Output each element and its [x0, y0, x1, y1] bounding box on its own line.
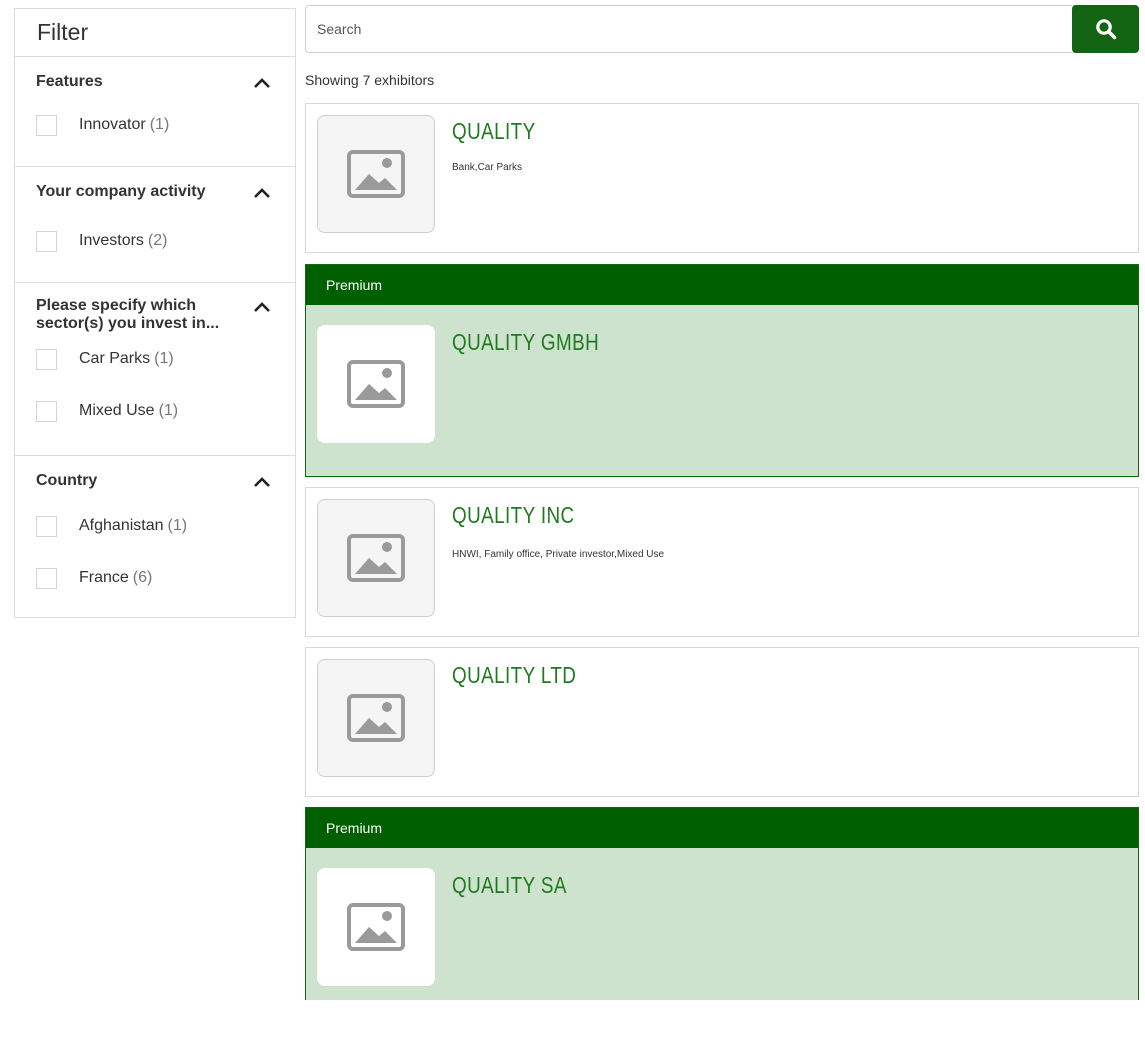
exhibitor-card[interactable]: QUALITY LTD [305, 647, 1139, 797]
checkbox[interactable] [36, 400, 57, 422]
image-placeholder-icon [347, 534, 405, 582]
exhibitor-card-premium[interactable]: Premium QUALITY SA [305, 807, 1139, 1000]
filter-option-car-parks[interactable]: Car Parks (1) [15, 333, 295, 385]
checkbox[interactable] [36, 515, 57, 537]
exhibitor-logo[interactable] [317, 325, 435, 443]
option-label: Car Parks [79, 350, 151, 367]
option-count: (1) [167, 517, 188, 534]
filter-group-header[interactable]: Your company activity [15, 167, 295, 201]
filter-option-afghanistan[interactable]: Afghanistan (1) [15, 500, 295, 552]
option-label: Investors [79, 232, 144, 249]
exhibitor-tags: HNWI, Family office, Private investor,Mi… [452, 549, 665, 560]
chevron-up-icon[interactable] [253, 300, 271, 314]
search-input[interactable] [305, 5, 1085, 53]
checkbox[interactable] [36, 230, 57, 252]
exhibitor-card-premium[interactable]: Premium QUALITY GMBH [305, 264, 1139, 477]
checkbox[interactable] [36, 348, 57, 370]
exhibitor-logo[interactable] [317, 659, 435, 777]
image-placeholder-icon [347, 150, 405, 198]
filter-option-innovator[interactable]: Innovator (1) [15, 99, 295, 151]
option-count: (1) [154, 350, 174, 367]
chevron-up-icon[interactable] [253, 186, 271, 200]
checkbox[interactable] [36, 567, 57, 589]
exhibitor-logo[interactable] [317, 868, 435, 986]
filter-option-investors[interactable]: Investors (2) [15, 215, 295, 267]
premium-badge: Premium [306, 265, 1138, 305]
exhibitor-name[interactable]: QUALITY GMBH [452, 329, 599, 356]
option-label: France [79, 569, 129, 586]
filter-group-label: Features [36, 73, 103, 90]
option-label: Mixed Use [79, 402, 155, 419]
filter-group-company-activity: Your company activity Investors (2) [15, 167, 295, 283]
filter-option-france[interactable]: France (6) [15, 552, 295, 604]
filter-group-country: Country Afghanistan (1) France (6) [15, 456, 295, 604]
premium-badge: Premium [306, 808, 1138, 848]
exhibitor-name[interactable]: QUALITY [452, 118, 536, 145]
card-body: QUALITY GMBH [306, 305, 1138, 516]
exhibitor-name[interactable]: QUALITY INC [452, 502, 575, 529]
exhibitor-card[interactable]: QUALITY INC HNWI, Family office, Private… [305, 487, 1139, 637]
filter-group-header[interactable]: Features [15, 57, 295, 91]
search-button[interactable] [1072, 5, 1139, 53]
filter-group-label: Your company activity [36, 183, 206, 200]
filter-panel: Filter Features Innovator (1) Your compa… [14, 8, 296, 618]
exhibitor-logo[interactable] [317, 499, 435, 617]
chevron-up-icon[interactable] [253, 475, 271, 489]
option-count: (1) [158, 402, 179, 419]
search-bar [305, 5, 1139, 53]
image-placeholder-icon [347, 903, 405, 951]
option-count: (2) [147, 232, 168, 249]
card-body: QUALITY INC HNWI, Family office, Private… [306, 488, 1138, 636]
filter-group-label-line1: Please specify which [36, 297, 197, 314]
card-body: QUALITY LTD [306, 648, 1138, 796]
exhibitor-card[interactable]: QUALITY Bank,Car Parks [305, 103, 1139, 253]
chevron-up-icon[interactable] [253, 76, 271, 90]
filter-group-label-line2: sector(s) you invest in... [36, 315, 220, 332]
filter-group-sector: Please specify which sector(s) you inves… [15, 283, 295, 456]
card-body: QUALITY SA [306, 848, 1138, 1040]
results-summary: Showing 7 exhibitors [305, 72, 435, 88]
card-body: QUALITY Bank,Car Parks [306, 104, 1138, 252]
image-placeholder-icon [347, 694, 405, 742]
exhibitor-name[interactable]: QUALITY LTD [452, 662, 576, 689]
filter-option-mixed-use[interactable]: Mixed Use (1) [15, 385, 295, 437]
filter-group-features: Features Innovator (1) [15, 57, 295, 167]
search-icon [1095, 19, 1116, 40]
exhibitor-name[interactable]: QUALITY SA [452, 872, 567, 899]
option-label: Afghanistan [79, 517, 164, 534]
option-count: (6) [132, 569, 153, 586]
filter-group-header[interactable]: Country [15, 456, 295, 490]
filter-group-label: Country [36, 472, 98, 489]
checkbox[interactable] [36, 114, 57, 136]
exhibitor-tags: Bank,Car Parks [452, 162, 523, 173]
filter-title: Filter [15, 9, 295, 57]
exhibitor-logo[interactable] [317, 115, 435, 233]
image-placeholder-icon [347, 360, 405, 408]
option-count: (1) [149, 116, 170, 133]
filter-group-header[interactable]: Please specify which sector(s) you inves… [15, 283, 295, 333]
option-label: Innovator [79, 116, 146, 133]
